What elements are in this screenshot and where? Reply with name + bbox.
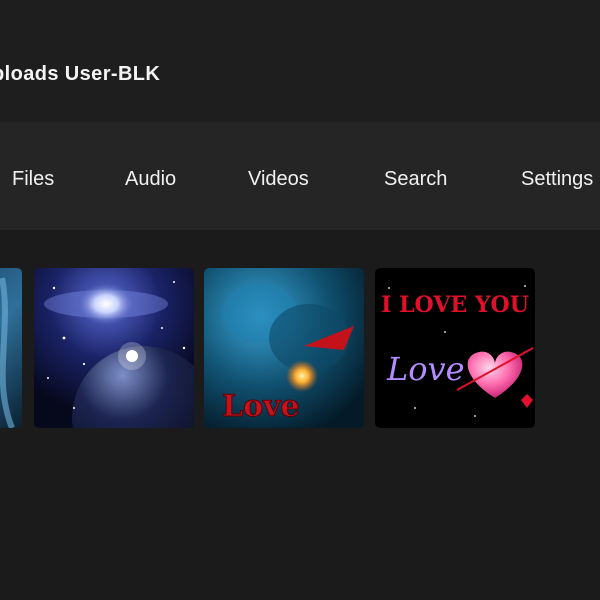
nav-bar: Files Audio Videos Search Settings	[0, 122, 600, 230]
nav-item-search[interactable]: Search	[384, 168, 447, 191]
page: ploads User-BLK Files Audio Videos Searc…	[0, 0, 600, 600]
love-text: Love	[222, 389, 300, 424]
page-title: ploads User-BLK	[0, 63, 161, 85]
i-love-you-text: I LOVE YOU	[381, 292, 529, 318]
thumbnail-i-love-you[interactable]: I LOVE YOU Love	[375, 268, 535, 428]
love-script-text: Love	[386, 350, 465, 388]
thumbnail-blue-abstract[interactable]	[0, 268, 22, 428]
thumbnail-couple-love[interactable]: Love	[204, 268, 364, 428]
galaxy-planet-image	[34, 268, 194, 428]
i-love-you-image: I LOVE YOU Love	[375, 268, 535, 428]
header-bar: ploads User-BLK	[0, 0, 600, 122]
couple-love-image: Love	[204, 268, 364, 428]
nav-item-videos[interactable]: Videos	[248, 168, 309, 191]
nav-item-settings[interactable]: Settings	[521, 168, 593, 191]
blue-abstract-image	[0, 268, 22, 428]
nav-item-audio[interactable]: Audio	[125, 168, 176, 191]
gallery: Love I LOVE YOU Love	[0, 230, 600, 600]
thumbnail-galaxy[interactable]	[34, 268, 194, 428]
nav-item-files[interactable]: Files	[12, 168, 54, 191]
